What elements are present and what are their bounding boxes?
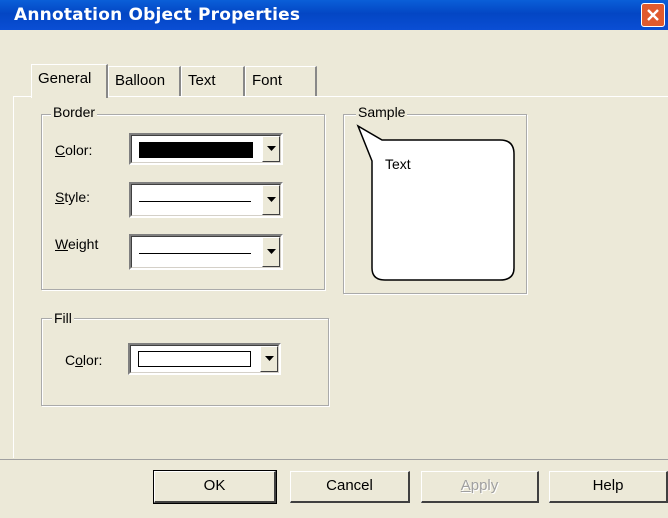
tab-font[interactable]: Font: [245, 66, 317, 96]
border-style-dropdown[interactable]: [129, 182, 283, 218]
chevron-down-icon: [267, 249, 276, 254]
fill-legend: Fill: [52, 310, 74, 326]
border-legend: Border: [51, 104, 98, 120]
cancel-button[interactable]: Cancel: [290, 471, 410, 503]
tab-general[interactable]: General: [31, 64, 108, 98]
close-icon: [647, 9, 659, 21]
fill-color-label: Color:: [65, 352, 103, 368]
chevron-down-icon: [265, 356, 274, 361]
dropdown-arrow[interactable]: [260, 346, 278, 372]
dropdown-arrow[interactable]: [262, 237, 280, 267]
help-button[interactable]: Help: [549, 471, 668, 503]
style-line-preview: [139, 201, 251, 202]
divider: [0, 459, 668, 460]
fill-color-swatch: [138, 351, 251, 367]
tab-text[interactable]: Text: [181, 66, 245, 96]
border-color-label: Color:: [55, 142, 93, 158]
dropdown-arrow[interactable]: [262, 136, 280, 162]
sample-balloon: [356, 124, 515, 281]
close-button[interactable]: [641, 3, 665, 27]
chevron-down-icon: [267, 197, 276, 202]
border-color-swatch: [139, 142, 253, 158]
apply-button[interactable]: Apply: [421, 471, 539, 503]
border-weight-dropdown[interactable]: [129, 234, 283, 270]
border-weight-label: Weight: [55, 236, 99, 252]
fill-color-dropdown[interactable]: [128, 343, 281, 375]
sample-text: Text: [385, 156, 411, 172]
title-bar[interactable]: Annotation Object Properties: [0, 0, 668, 30]
weight-line-preview: [139, 253, 251, 254]
ok-button[interactable]: OK: [153, 470, 277, 504]
border-color-dropdown[interactable]: [129, 133, 283, 165]
sample-legend: Sample: [356, 104, 408, 120]
dropdown-arrow[interactable]: [262, 185, 280, 215]
tab-balloon[interactable]: Balloon: [108, 66, 181, 96]
window-title: Annotation Object Properties: [14, 5, 301, 25]
border-style-label: Style:: [55, 189, 91, 205]
chevron-down-icon: [267, 146, 276, 151]
